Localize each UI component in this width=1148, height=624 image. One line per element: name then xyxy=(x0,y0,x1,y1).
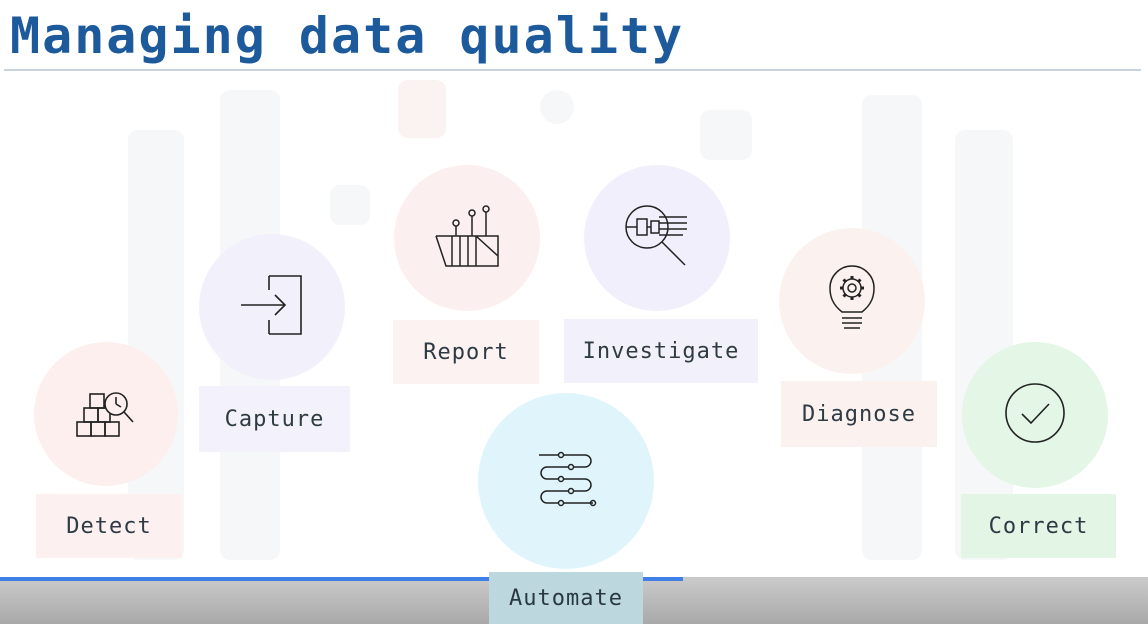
capture-label: Capture xyxy=(199,386,350,452)
diagnose-step-circle xyxy=(779,228,925,374)
sign-in-icon xyxy=(239,272,305,342)
boxes-magnifier-icon xyxy=(75,382,137,446)
correct-label: Correct xyxy=(961,494,1116,558)
checkmark-circle-icon xyxy=(1004,382,1066,448)
diagnose-label: Diagnose xyxy=(781,381,937,447)
title-divider xyxy=(4,69,1141,71)
page-title: Managing data quality xyxy=(10,7,685,65)
report-chart-icon xyxy=(434,204,500,272)
automate-label: Automate xyxy=(489,572,643,624)
capture-step-circle xyxy=(199,234,345,380)
detect-label: Detect xyxy=(36,494,182,558)
investigate-label: Investigate xyxy=(564,319,758,383)
report-label: Report xyxy=(393,320,539,384)
automate-step-circle xyxy=(478,393,654,569)
flow-lines-icon xyxy=(535,449,597,513)
detect-step-circle xyxy=(34,342,178,486)
investigate-step-circle xyxy=(584,165,730,311)
circuit-magnifier-icon xyxy=(623,203,691,273)
correct-step-circle xyxy=(962,342,1108,488)
report-step-circle xyxy=(394,165,540,311)
lightbulb-gear-icon xyxy=(828,264,876,338)
